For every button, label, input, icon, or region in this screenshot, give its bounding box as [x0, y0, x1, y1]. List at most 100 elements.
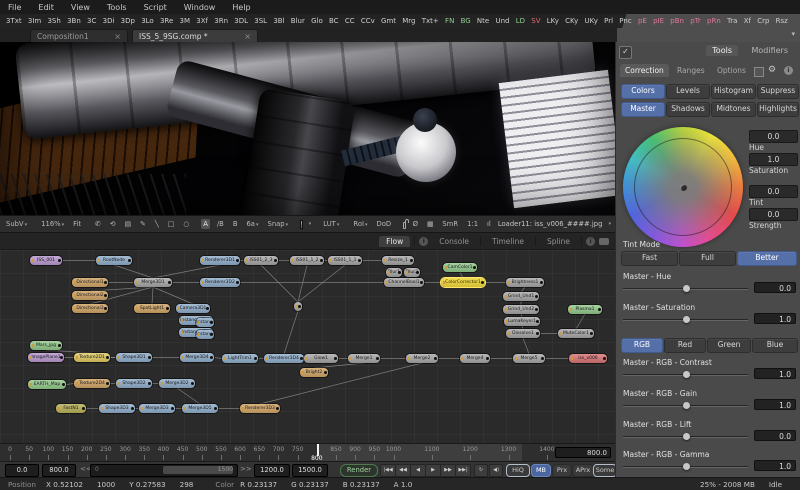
- rgb-lift-slider[interactable]: [623, 431, 748, 441]
- flow-node-Shape3D1[interactable]: Shape3D1: [116, 353, 152, 362]
- flow-graph[interactable]: ISS_001RootNodeDirectional1Directional2D…: [0, 249, 615, 444]
- preset-icon[interactable]: [754, 67, 764, 77]
- quality-prx-button[interactable]: Prx: [552, 464, 572, 477]
- flow-node-Blur1[interactable]: Blur1: [386, 268, 402, 277]
- smr-button[interactable]: SmR: [440, 219, 460, 229]
- flow-node-Renderer3D3[interactable]: Renderer3D3: [240, 404, 280, 413]
- flow-node-Glow1[interactable]: Glow1: [304, 354, 338, 363]
- flow-node-Brightness1[interactable]: Brightness1: [506, 278, 544, 287]
- flow-node-Merge2[interactable]: Merge2: [406, 354, 438, 363]
- flow-node-Camera3D1[interactable]: Camera3D1: [176, 304, 210, 313]
- flow-node-Merge5[interactable]: Merge5: [513, 354, 545, 363]
- play-button[interactable]: ▶: [425, 464, 441, 477]
- saturation-field[interactable]: 1.0: [749, 153, 798, 166]
- range-right-button[interactable]: >>: [240, 465, 252, 473]
- audio-icon[interactable]: ıl: [485, 219, 493, 229]
- tool-shortcut-crp[interactable]: Crp: [757, 17, 769, 25]
- tab-ranges[interactable]: Ranges: [672, 64, 710, 77]
- tool-shortcut-pnc[interactable]: Pnc: [619, 17, 631, 25]
- flow-node-ChannelBool1[interactable]: ChannelBool1: [384, 278, 424, 287]
- tab-options[interactable]: Options: [712, 64, 751, 77]
- tool-shortcut-prn[interactable]: pRn: [707, 17, 721, 25]
- ellipse-icon[interactable]: ○: [181, 219, 191, 229]
- flow-node-Mars_jpg[interactable]: Mars_jpg: [30, 341, 62, 350]
- flow-node-RootNode[interactable]: RootNode: [96, 256, 132, 265]
- tool-shortcut-blur[interactable]: Blur: [291, 17, 305, 25]
- tool-shortcut-ccv[interactable]: CCv: [361, 17, 375, 25]
- flow-node-iss_v006[interactable]: iss_v006: [569, 354, 607, 363]
- tool-shortcut-3bn[interactable]: 3Bn: [67, 17, 81, 25]
- button-blue[interactable]: Blue: [752, 338, 798, 353]
- step-back-fast-button[interactable]: ◀◀: [395, 464, 411, 477]
- button-suppress[interactable]: Suppress: [757, 84, 799, 99]
- flow-node-Merge3D3[interactable]: Merge3D3: [139, 404, 175, 413]
- master-hue-value[interactable]: 0.0: [754, 282, 796, 293]
- rgb-gamma-slider[interactable]: [623, 461, 748, 471]
- button-full[interactable]: Full: [679, 251, 736, 266]
- color-wheel[interactable]: [623, 127, 743, 247]
- button-green[interactable]: Green: [707, 338, 751, 353]
- tab-console[interactable]: Console: [432, 236, 476, 247]
- menu-tools[interactable]: Tools: [107, 3, 127, 12]
- tool-shortcut-ld[interactable]: LD: [516, 17, 525, 25]
- flow-node-Merge1[interactable]: Merge1: [348, 354, 380, 363]
- tool-shortcut-3dp[interactable]: 3Dp: [121, 17, 135, 25]
- tool-shortcut-3xf[interactable]: 3Xf: [196, 17, 208, 25]
- rect-icon[interactable]: □: [166, 219, 176, 229]
- menu-view[interactable]: View: [71, 3, 90, 12]
- quality-mb-button[interactable]: MB: [531, 464, 551, 477]
- flow-node-Shape3D2[interactable]: Shape3D2: [116, 379, 152, 388]
- tool-shortcut-ptr[interactable]: pTr: [690, 17, 701, 25]
- tab-timeline[interactable]: Timeline: [485, 236, 531, 247]
- pencil-icon[interactable]: ✎: [138, 219, 148, 229]
- menu-window[interactable]: Window: [184, 3, 216, 12]
- current-frame-field[interactable]: 800.0: [555, 447, 611, 458]
- flow-node-LumaKeyer1[interactable]: LumaKeyer1: [504, 317, 540, 326]
- tool-shortcut-uky[interactable]: UKy: [585, 17, 598, 25]
- guides-icon[interactable]: ▤: [123, 219, 133, 229]
- flow-node-Dissolve1[interactable]: Dissolve1: [506, 329, 540, 338]
- jump-start-button[interactable]: |◀◀: [380, 464, 396, 477]
- current-time-field[interactable]: 800.0: [42, 464, 76, 477]
- tool-shortcut-3c[interactable]: 3C: [87, 17, 96, 25]
- flow-node-router[interactable]: [294, 302, 302, 311]
- flow-node-Grind_Und1[interactable]: Grind_Und1: [503, 292, 539, 301]
- play-reverse-button[interactable]: ◀: [410, 464, 426, 477]
- strength-field[interactable]: 0.0: [749, 208, 798, 221]
- tool-shortcut-3sh[interactable]: 3Sh: [47, 17, 60, 25]
- flow-node-ISS01_1_1[interactable]: ISS01_1_1: [328, 256, 362, 265]
- flow-node-Bright2[interactable]: Bright2: [300, 368, 328, 377]
- menu-edit[interactable]: Edit: [38, 3, 54, 12]
- flow-node-Directional1[interactable]: Directional1: [72, 278, 108, 287]
- flow-node-Merge4[interactable]: Merge4: [460, 354, 490, 363]
- chevron-down-icon[interactable]: ▾: [791, 30, 795, 38]
- flow-node-Grind_Und2[interactable]: Grind_Und2: [503, 305, 539, 314]
- jump-end-button[interactable]: ▶▶|: [455, 464, 471, 477]
- tool-shortcut-gmt[interactable]: Gmt: [381, 17, 396, 25]
- tool-shortcut-und[interactable]: Und: [495, 17, 509, 25]
- flow-node-Texture2D1[interactable]: Texture2D1: [74, 353, 110, 362]
- channel-swatch-icon[interactable]: [300, 220, 302, 229]
- button-levels[interactable]: Levels: [666, 84, 710, 99]
- tool-shortcut-bg[interactable]: BG: [461, 17, 471, 25]
- line-icon[interactable]: ╲: [153, 219, 161, 229]
- tab-modifiers[interactable]: Modifiers: [745, 45, 794, 56]
- hue-field[interactable]: 0.0: [749, 130, 798, 143]
- tool-shortcut-pie[interactable]: pIE: [653, 17, 664, 25]
- menu-script[interactable]: Script: [144, 3, 167, 12]
- flow-node-Plasma1[interactable]: Plasma1: [568, 305, 602, 314]
- rotate-icon[interactable]: ⟲: [108, 219, 118, 229]
- flow-node-Resize_1[interactable]: Resize_1: [382, 256, 414, 265]
- tab-spline[interactable]: Spline: [540, 236, 577, 247]
- buffer-a-button[interactable]: A: [201, 219, 210, 229]
- tool-shortcut-nte[interactable]: Nte: [477, 17, 489, 25]
- tool-shortcut-sv[interactable]: SV: [531, 17, 540, 25]
- roi-button[interactable]: RoI▾: [351, 219, 369, 229]
- tool-shortcut-3im[interactable]: 3Im: [28, 17, 41, 25]
- flow-node-Shape3D3[interactable]: Shape3D3: [99, 404, 135, 413]
- tool-enable-checkbox[interactable]: ✓: [619, 46, 632, 59]
- master-hue-slider[interactable]: [623, 283, 748, 293]
- buffer-ab-button[interactable]: /B: [215, 219, 226, 229]
- master-saturation-slider[interactable]: [623, 314, 748, 324]
- tool-shortcut-3lo[interactable]: 3Lo: [141, 17, 154, 25]
